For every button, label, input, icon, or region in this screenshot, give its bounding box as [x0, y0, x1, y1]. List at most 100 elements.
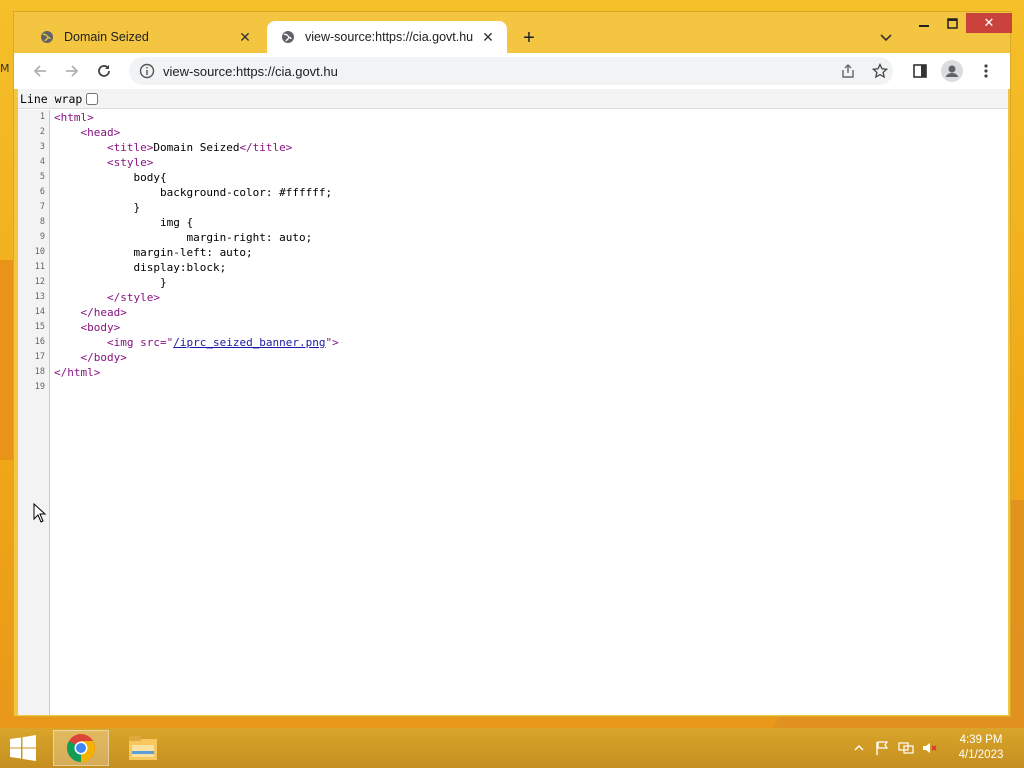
line-content: <body> — [80, 321, 121, 334]
line-number: 2 — [39, 127, 45, 137]
clock-time: 4:39 PM — [959, 734, 1003, 746]
side-panel-icon[interactable] — [908, 59, 932, 83]
source-line: 19 — [35, 380, 1004, 395]
line-content: body{ — [54, 171, 167, 184]
new-tab-plus-icon[interactable]: + — [517, 26, 541, 50]
info-icon[interactable] — [139, 63, 155, 79]
clock-date: 4/1/2023 — [958, 749, 1004, 761]
line-number: 5 — [39, 172, 45, 182]
source-line: 3 <title>Domain Seized</title> — [40, 140, 1004, 155]
line-wrap-bar: Line wrap — [18, 89, 1008, 109]
show-hidden-icons-chevron-icon[interactable] — [850, 739, 868, 757]
line-number: 10 — [34, 247, 45, 257]
line-content: <style> — [106, 156, 154, 169]
line-number: 1 — [39, 112, 45, 122]
line-wrap-checkbox[interactable] — [86, 92, 99, 105]
source-line: 16 <img src="/iprc_seized_banner.png"> — [35, 335, 1004, 350]
bookmark-star-icon[interactable] — [868, 59, 892, 83]
line-number: 17 — [34, 352, 45, 362]
source-line: 15 <body> — [35, 320, 1004, 335]
line-content: </body> — [80, 351, 127, 364]
mouse-cursor-icon — [33, 503, 47, 523]
address-bar[interactable]: view-source:https://cia.govt.hu — [129, 57, 893, 85]
address-url: view-source:https://cia.govt.hu — [163, 63, 338, 79]
line-content: } — [54, 276, 167, 289]
line-number: 8 — [39, 217, 45, 227]
source-line: 18 </html> — [35, 365, 1004, 380]
source-line: 8 img { — [40, 215, 1004, 230]
close-window-button[interactable]: ✕ — [966, 13, 1012, 33]
system-clock[interactable]: 4:39 PM 4/1/2023 — [948, 733, 1014, 763]
tab-search-chevron-icon[interactable] — [876, 28, 896, 48]
source-line: 4 <style> — [40, 155, 1004, 170]
line-content: <title>Domain Seized</title> — [106, 141, 293, 154]
source-line: 1 <html> — [40, 110, 1004, 125]
source-line: 17 </body> — [35, 350, 1004, 365]
line-number: 19 — [34, 382, 45, 392]
line-content: display:block; — [54, 261, 227, 274]
line-wrap-label: Line wrap — [20, 91, 83, 106]
browser-toolbar: view-source:https://cia.govt.hu — [14, 53, 1010, 89]
source-code: 1 <html> 2 <head> 3 <title>Domain Seized</t… — [35, 110, 1004, 395]
volume-muted-icon[interactable] — [921, 739, 939, 757]
line-number: 13 — [34, 292, 45, 302]
banner-image-link[interactable]: /iprc_seized_banner.png — [173, 336, 325, 349]
line-number: 6 — [39, 187, 45, 197]
tab-view-source[interactable]: view-source:https://cia.govt.hu ✕ — [267, 21, 507, 53]
desktop-icon-fragment: M — [0, 62, 10, 75]
line-content: background-color: #ffffff; — [54, 186, 333, 199]
maximize-button[interactable] — [942, 13, 962, 33]
source-line: 7 } — [40, 200, 1004, 215]
line-number: 4 — [39, 157, 45, 167]
line-content: <img src="/iprc_seized_banner.png"> — [106, 336, 339, 349]
tab-title: Domain Seized — [64, 30, 149, 44]
browser-window: Domain Seized ✕ view-source:https://cia.… — [13, 11, 1012, 717]
minimize-button[interactable] — [914, 13, 934, 33]
view-source-content: Line wrap 1 <html> 2 <head> 3 <title>Domain… — [18, 89, 1008, 715]
forward-arrow-icon[interactable] — [60, 59, 84, 83]
line-number: 14 — [34, 307, 45, 317]
line-content: <head> — [80, 126, 121, 139]
kebab-menu-icon[interactable] — [974, 59, 998, 83]
line-number: 16 — [34, 337, 45, 347]
reload-icon[interactable] — [92, 59, 116, 83]
tab-title: view-source:https://cia.govt.hu — [305, 30, 474, 44]
line-content: </style> — [106, 291, 160, 304]
line-content: margin-right: auto; — [54, 231, 313, 244]
line-number: 9 — [39, 232, 45, 242]
globe-icon — [40, 30, 54, 44]
source-line: 9 margin-right: auto; — [40, 230, 1004, 245]
line-content: img { — [54, 216, 194, 229]
source-line: 10 margin-left: auto; — [35, 245, 1004, 260]
share-icon[interactable] — [836, 59, 860, 83]
windows-start-icon[interactable] — [8, 735, 38, 761]
source-line: 13 </style> — [35, 290, 1004, 305]
source-line: 2 <head> — [40, 125, 1004, 140]
network-icon[interactable] — [897, 739, 915, 757]
tab-strip: Domain Seized ✕ view-source:https://cia.… — [14, 12, 1012, 53]
action-center-flag-icon[interactable] — [873, 739, 891, 757]
line-number: 15 — [34, 322, 45, 332]
globe-icon — [281, 30, 295, 44]
profile-avatar-icon[interactable] — [940, 59, 964, 83]
source-line: 6 background-color: #ffffff; — [40, 185, 1004, 200]
line-number: 3 — [39, 142, 45, 152]
source-line: 14 </head> — [35, 305, 1004, 320]
file-explorer-taskbar-icon[interactable] — [115, 730, 171, 766]
line-content: margin-left: auto; — [54, 246, 253, 259]
source-line: 5 body{ — [40, 170, 1004, 185]
back-arrow-icon[interactable] — [28, 59, 52, 83]
chrome-taskbar-icon[interactable] — [53, 730, 109, 766]
line-number: 18 — [34, 367, 45, 377]
line-number: 12 — [34, 277, 45, 287]
line-content: </html> — [54, 366, 101, 379]
source-line: 11 display:block; — [35, 260, 1004, 275]
source-line: 12 } — [35, 275, 1004, 290]
tab-close-icon[interactable]: ✕ — [236, 28, 254, 46]
line-number: 7 — [39, 202, 45, 212]
line-number: 11 — [34, 262, 45, 272]
line-content: } — [54, 201, 141, 214]
tab-domain-seized[interactable]: Domain Seized ✕ — [26, 21, 264, 53]
line-content: </head> — [80, 306, 127, 319]
tab-close-icon[interactable]: ✕ — [479, 28, 497, 46]
